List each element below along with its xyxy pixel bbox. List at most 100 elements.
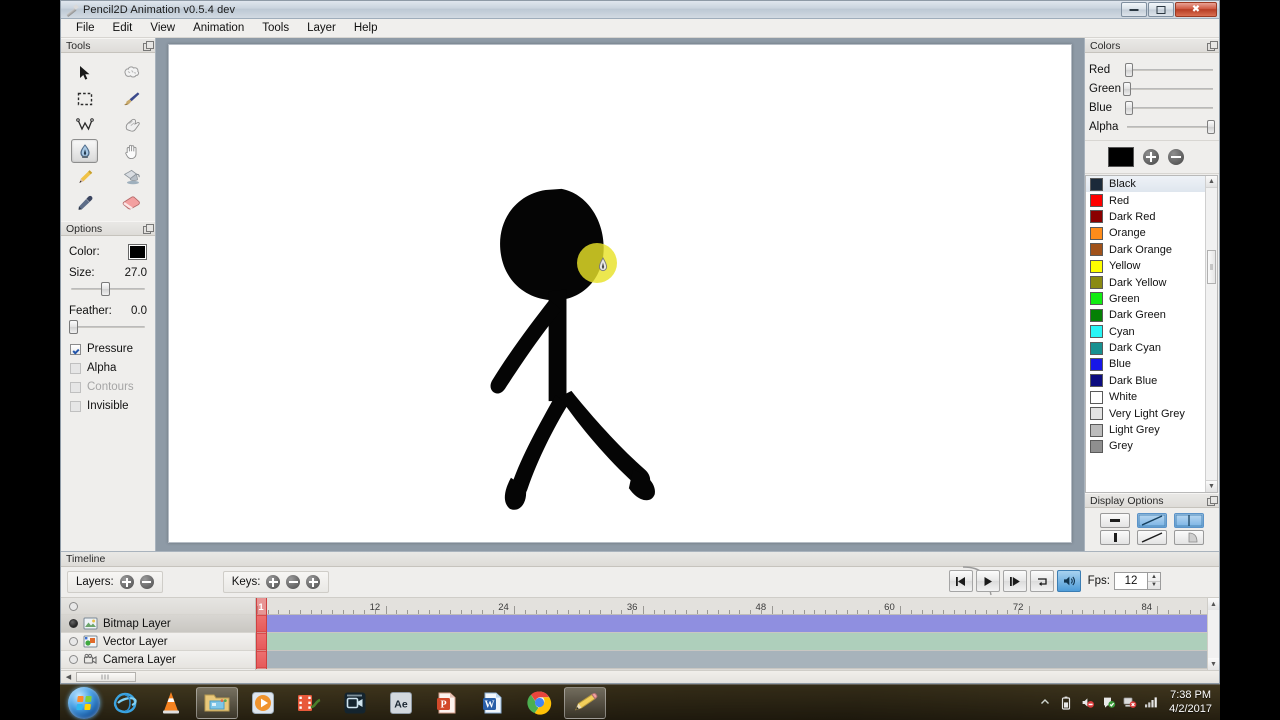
- feather-slider[interactable]: [68, 319, 147, 335]
- remove-color-button[interactable]: [1168, 149, 1184, 165]
- palette-item[interactable]: Dark Green: [1086, 307, 1205, 323]
- start-button[interactable]: [68, 686, 100, 719]
- palette-item[interactable]: Dark Cyan: [1086, 340, 1205, 356]
- scroll-left-icon[interactable]: ◀: [63, 672, 74, 683]
- battery-icon[interactable]: [1060, 696, 1074, 710]
- onion-next-button[interactable]: [1174, 513, 1204, 528]
- remove-layer-button[interactable]: [139, 575, 154, 589]
- track-bitmap[interactable]: [256, 615, 1207, 633]
- feather-slider-knob[interactable]: [68, 320, 78, 334]
- brush-tool[interactable]: [118, 87, 145, 111]
- scroll-thumb[interactable]: [76, 672, 136, 682]
- onion-diagonal-button[interactable]: [1137, 530, 1167, 545]
- palette-item[interactable]: Dark Orange: [1086, 242, 1205, 258]
- menu-tools[interactable]: Tools: [253, 20, 298, 36]
- layer-visibility-toggle[interactable]: [69, 619, 78, 628]
- color-palette-list[interactable]: Black Red Dark Red Orange Dark Orange Yellow D…: [1086, 176, 1205, 492]
- palette-item[interactable]: Cyan: [1086, 324, 1205, 340]
- track-vector[interactable]: [256, 633, 1207, 651]
- duplicate-key-button[interactable]: [306, 575, 321, 589]
- fps-spinner-down-icon[interactable]: ▼: [1148, 582, 1160, 590]
- timeline-horizontal-scrollbar[interactable]: ◀: [61, 670, 1219, 683]
- fps-input[interactable]: 12: [1114, 572, 1148, 590]
- taskbar-pencil2d[interactable]: [564, 686, 606, 719]
- palette-item[interactable]: Light Grey: [1086, 422, 1205, 438]
- menu-file[interactable]: File: [67, 20, 104, 36]
- green-slider[interactable]: [1123, 81, 1213, 97]
- taskbar-powerpoint[interactable]: P: [426, 687, 468, 719]
- float-panel-icon[interactable]: [1207, 496, 1218, 506]
- taskbar-word[interactable]: W: [472, 687, 514, 719]
- taskbar-chrome[interactable]: [518, 687, 560, 719]
- alpha-checkbox[interactable]: [70, 362, 81, 374]
- alpha-row[interactable]: Alpha: [70, 362, 147, 374]
- smudge-tool[interactable]: [118, 113, 145, 137]
- taskbar-after-effects[interactable]: Ae: [380, 687, 422, 719]
- layer-row-camera[interactable]: Camera Layer: [61, 651, 255, 669]
- pen-tool[interactable]: [71, 139, 98, 163]
- size-slider-knob[interactable]: [100, 282, 110, 296]
- taskbar-vlc[interactable]: [150, 687, 192, 719]
- invisible-row[interactable]: Invisible: [70, 400, 147, 412]
- palette-item[interactable]: Grey: [1086, 438, 1205, 454]
- menu-edit[interactable]: Edit: [104, 20, 142, 36]
- mirror-horizontal-button[interactable]: [1100, 513, 1130, 528]
- minimize-button[interactable]: [1121, 2, 1147, 17]
- palette-item[interactable]: Black: [1086, 176, 1205, 193]
- taskbar-file-explorer[interactable]: [196, 686, 238, 719]
- palette-item[interactable]: Dark Blue: [1086, 373, 1205, 389]
- palette-scroll-thumb[interactable]: [1207, 250, 1216, 284]
- layer-visibility-toggle[interactable]: [69, 655, 78, 664]
- menu-view[interactable]: View: [141, 20, 184, 36]
- layer-row-vector[interactable]: Vector Layer: [61, 633, 255, 651]
- clear-tool[interactable]: [118, 61, 145, 85]
- show-hidden-icons-icon[interactable]: [1039, 696, 1053, 710]
- current-color-swatch[interactable]: [1108, 147, 1134, 167]
- fps-spinner[interactable]: ▲ ▼: [1148, 572, 1161, 590]
- action-center-icon[interactable]: [1102, 696, 1116, 710]
- menu-help[interactable]: Help: [345, 20, 387, 36]
- alpha-slider[interactable]: [1127, 119, 1216, 135]
- close-button[interactable]: ✖: [1175, 2, 1217, 17]
- palette-item[interactable]: Orange: [1086, 225, 1205, 241]
- float-panel-icon[interactable]: [143, 41, 154, 51]
- fps-spinner-up-icon[interactable]: ▲: [1148, 573, 1160, 582]
- bucket-tool[interactable]: [118, 165, 145, 189]
- signal-bars-icon[interactable]: [1144, 696, 1158, 710]
- taskbar-camtasia[interactable]: [334, 687, 376, 719]
- hand-tool[interactable]: [118, 139, 145, 163]
- move-tool[interactable]: [71, 61, 98, 85]
- float-panel-icon[interactable]: [143, 224, 154, 234]
- timeline-tracks[interactable]: 1 12 24 36 48 60 72 84: [256, 598, 1207, 670]
- volume-muted-icon[interactable]: [1081, 696, 1095, 710]
- palette-item[interactable]: Yellow: [1086, 258, 1205, 274]
- remove-key-button[interactable]: [286, 575, 301, 589]
- onion-prev-button[interactable]: [1137, 513, 1167, 528]
- add-layer-button[interactable]: [119, 575, 134, 589]
- color-swatch[interactable]: [128, 244, 147, 260]
- sound-button[interactable]: [1056, 570, 1081, 592]
- palette-item[interactable]: Blue: [1086, 356, 1205, 372]
- palette-item[interactable]: Red: [1086, 192, 1205, 208]
- next-frame-button[interactable]: [1002, 570, 1027, 592]
- red-slider[interactable]: [1124, 62, 1213, 78]
- track-camera[interactable]: [256, 651, 1207, 669]
- taskbar-clock[interactable]: 7:38 PM 4/2/2017: [1165, 689, 1212, 717]
- palette-scroll-down-icon[interactable]: ▼: [1206, 480, 1217, 492]
- play-button[interactable]: [975, 570, 1000, 592]
- pressure-checkbox[interactable]: [70, 343, 81, 355]
- maximize-button[interactable]: [1148, 2, 1174, 17]
- pressure-row[interactable]: Pressure: [70, 343, 147, 355]
- mirror-vertical-button[interactable]: [1100, 530, 1130, 545]
- network-error-icon[interactable]: [1123, 696, 1137, 710]
- drawing-canvas[interactable]: [168, 44, 1072, 543]
- add-color-button[interactable]: [1143, 149, 1159, 165]
- palette-scrollbar[interactable]: ▲ ▼: [1205, 176, 1217, 492]
- color-palette[interactable]: Black Red Dark Red Orange Dark Orange Yellow D…: [1085, 175, 1218, 493]
- size-slider[interactable]: [69, 281, 147, 297]
- add-key-button[interactable]: [266, 575, 281, 589]
- layer-row-bitmap[interactable]: Bitmap Layer: [61, 615, 255, 633]
- prev-frame-button[interactable]: [948, 570, 973, 592]
- timeline-ruler[interactable]: 1 12 24 36 48 60 72 84: [256, 598, 1207, 615]
- select-tool[interactable]: [71, 87, 98, 111]
